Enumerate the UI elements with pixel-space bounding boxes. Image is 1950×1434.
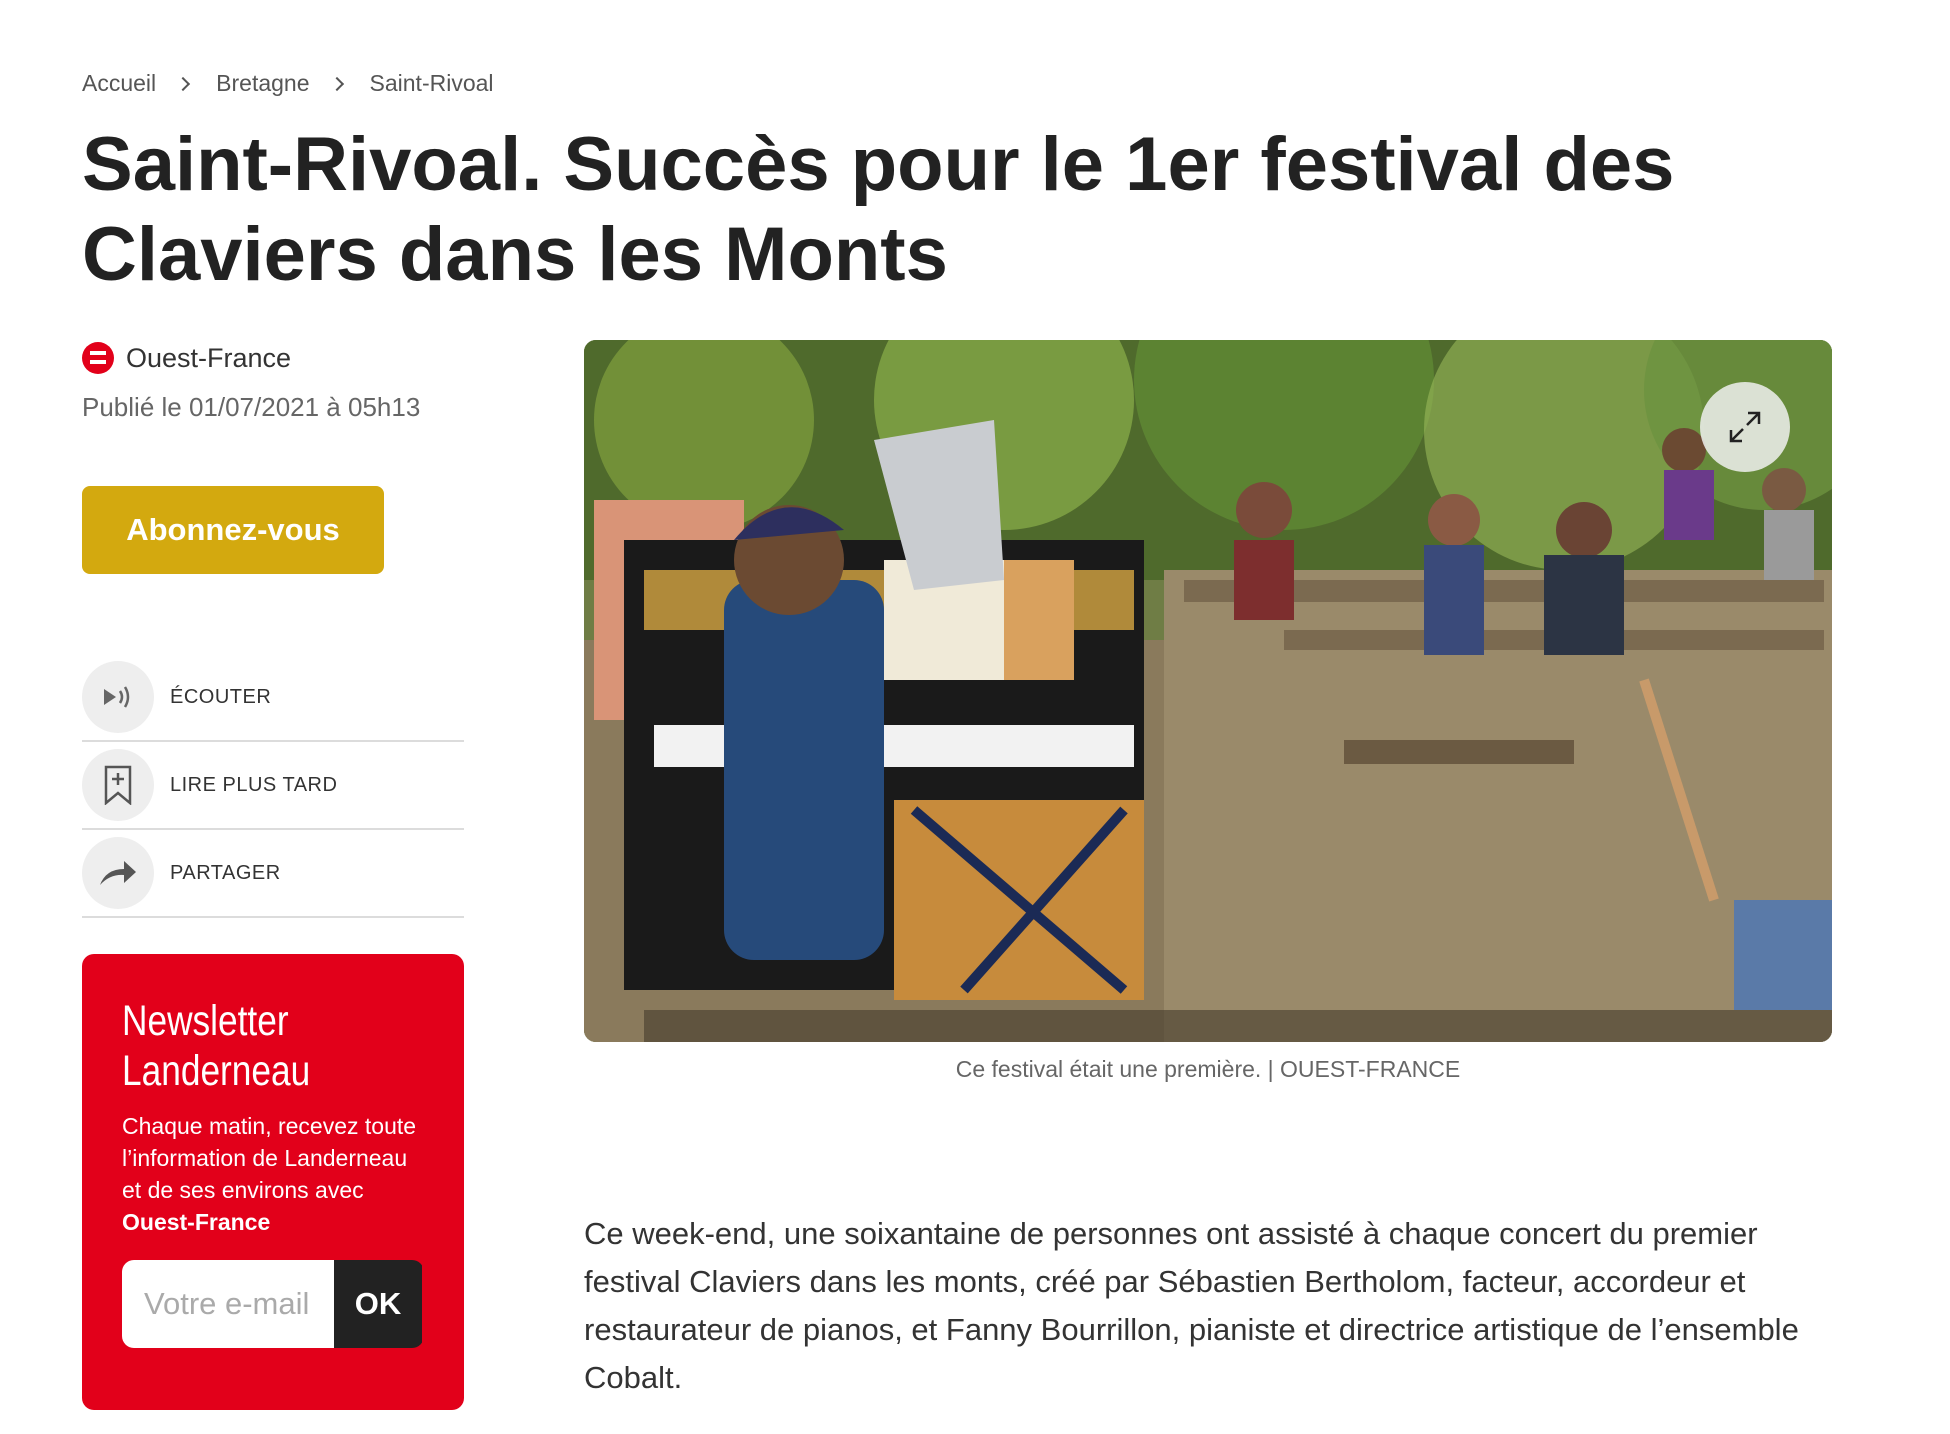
newsletter-title: Newsletter Landerneau <box>122 997 311 1095</box>
bookmark-add-icon <box>82 749 154 821</box>
share-label: PARTAGER <box>170 861 281 884</box>
breadcrumb: Accueil Bretagne Saint-Rivoal <box>82 70 494 97</box>
breadcrumb-accueil[interactable]: Accueil <box>82 70 156 97</box>
source-name[interactable]: Ouest-France <box>126 343 291 374</box>
ouest-france-logo-icon <box>82 342 114 374</box>
publish-date: Publié le 01/07/2021 à 05h13 <box>82 392 421 422</box>
breadcrumb-bretagne[interactable]: Bretagne <box>216 70 309 97</box>
newsletter-box: Newsletter Landerneau Chaque matin, rece… <box>82 954 464 1410</box>
chevron-right-icon <box>329 76 344 91</box>
speaker-icon <box>82 661 154 733</box>
subscribe-button[interactable]: Abonnez-vous <box>82 486 384 574</box>
listen-label: ÉCOUTER <box>170 685 272 708</box>
newsletter-description: Chaque matin, recevez toute l’informatio… <box>122 1113 417 1235</box>
expand-arrows-icon <box>1729 411 1761 443</box>
article-title: Saint-Rivoal. Succès pour le 1er festiva… <box>82 122 1675 297</box>
breadcrumb-saint-rivoal[interactable]: Saint-Rivoal <box>370 70 494 97</box>
read-later-label: LIRE PLUS TARD <box>170 773 338 796</box>
email-field[interactable] <box>122 1260 334 1348</box>
newsletter-form: OK <box>122 1260 424 1348</box>
expand-photo-button[interactable] <box>1700 382 1790 472</box>
article-source: Ouest-France <box>82 342 291 374</box>
article-actions: ÉCOUTER LIRE PLUS TARD PARTAGER <box>82 654 464 918</box>
share-arrow-icon <box>82 837 154 909</box>
newsletter-submit-button[interactable]: OK <box>334 1260 422 1348</box>
chevron-right-icon <box>176 76 191 91</box>
listen-action[interactable]: ÉCOUTER <box>82 654 464 742</box>
share-action[interactable]: PARTAGER <box>82 830 464 918</box>
photo-caption: Ce festival était une première. | OUEST-… <box>955 1056 1461 1082</box>
read-later-action[interactable]: LIRE PLUS TARD <box>82 742 464 830</box>
article-photo[interactable] <box>584 340 1832 1042</box>
article-paragraph: Ce week-end, une soixantaine de personne… <box>584 1216 1799 1395</box>
